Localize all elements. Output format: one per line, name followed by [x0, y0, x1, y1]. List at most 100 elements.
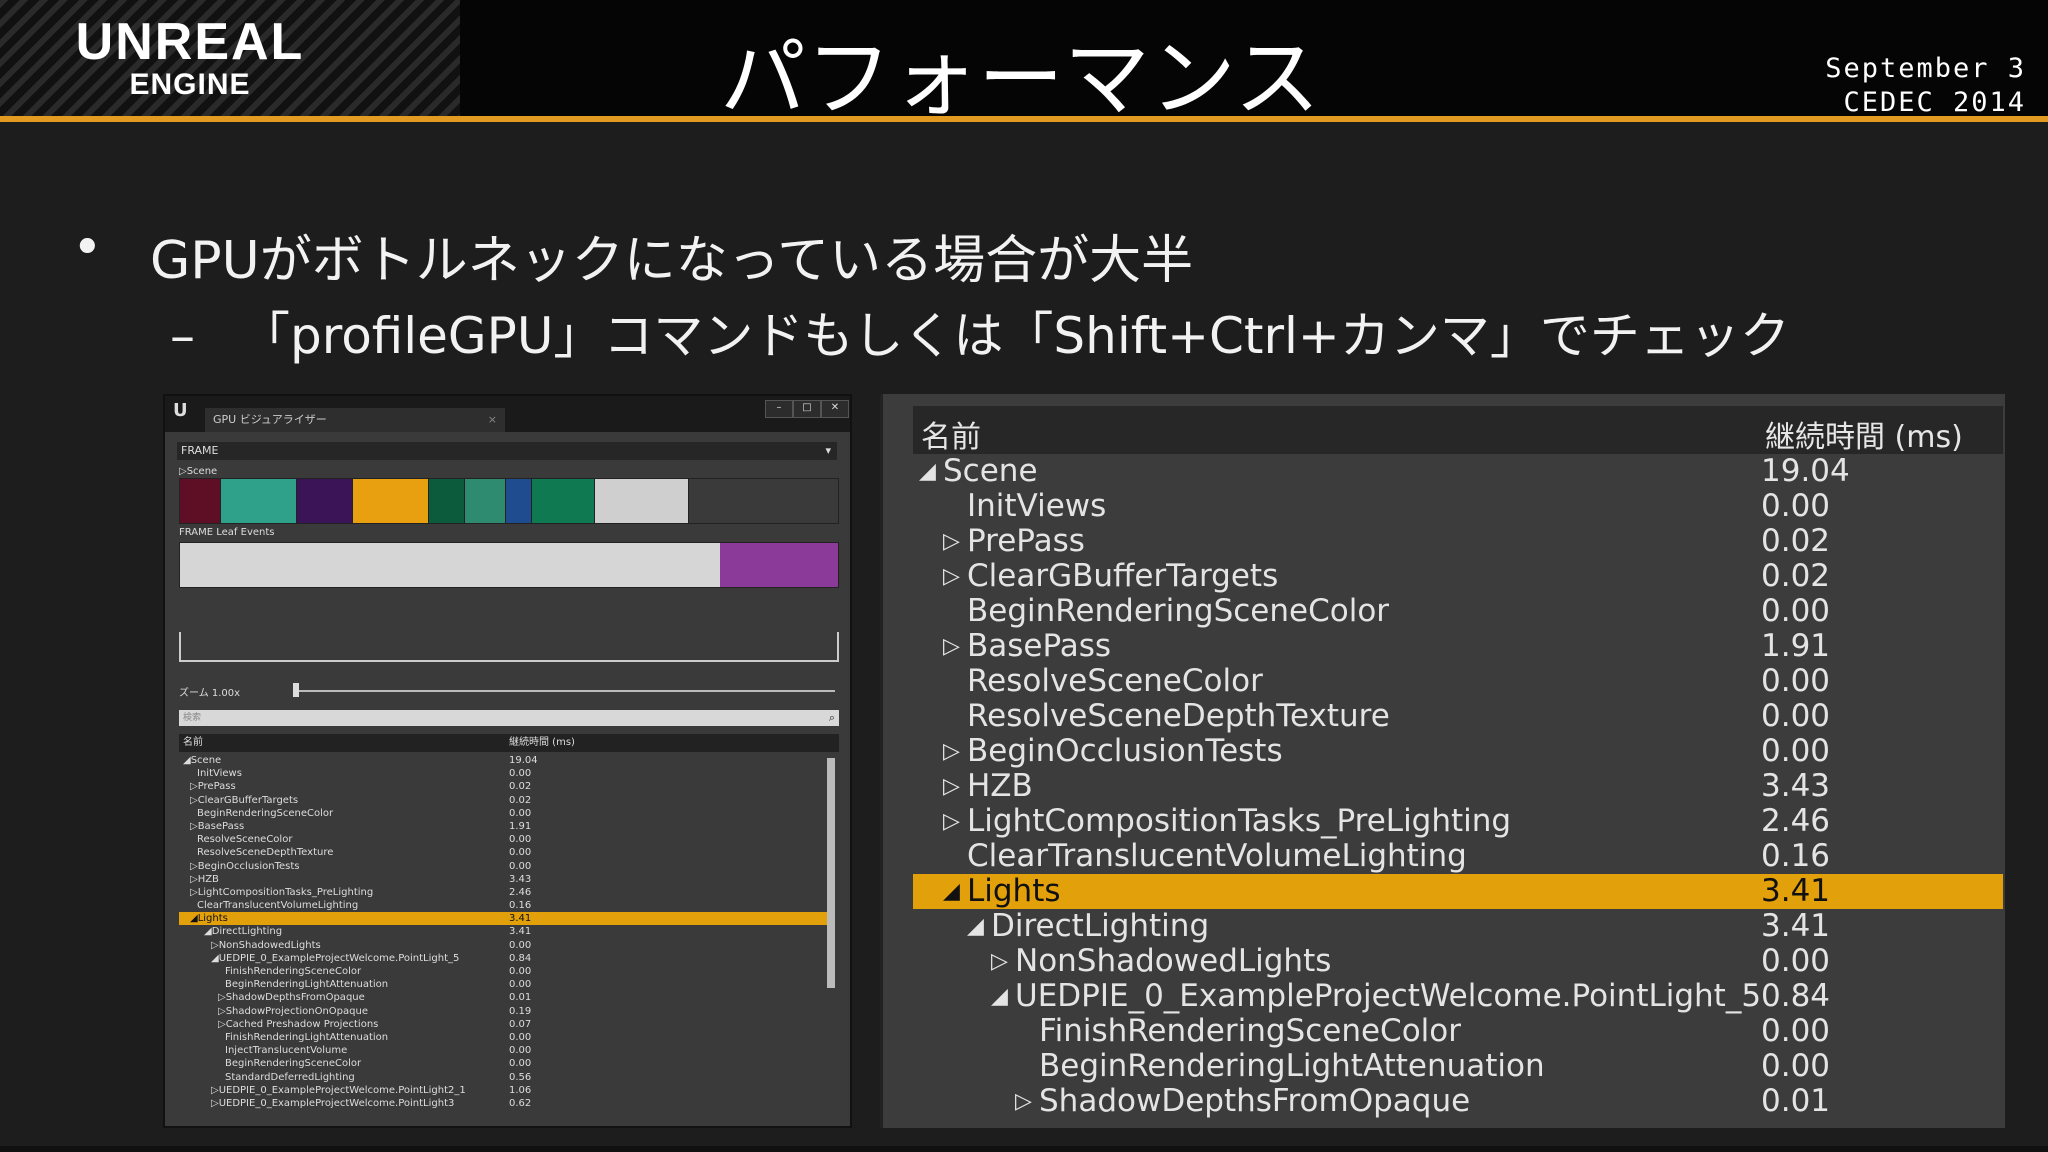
event-list-scrollbar[interactable] — [827, 758, 835, 988]
zoomed-event-row[interactable]: BeginRenderingSceneColor 0.00 — [913, 594, 2003, 629]
event-row[interactable]: ▷UEDPIE_0_ExampleProjectWelcome.PointLig… — [179, 1097, 827, 1110]
collapse-arrow-icon[interactable]: ◢ — [919, 454, 936, 489]
zoomed-event-row[interactable]: FinishRenderingSceneColor 0.00 — [913, 1014, 2003, 1049]
col-time-header[interactable]: 継続時間 (ms) — [509, 734, 575, 752]
search-icon[interactable]: ⌕ — [829, 710, 835, 726]
scene-event-segment[interactable] — [532, 479, 595, 523]
zoomed-event-row[interactable]: ▷ LightCompositionTasks_PreLighting 2.46 — [913, 804, 2003, 839]
expand-arrow-icon[interactable]: ▷ — [943, 804, 960, 839]
zoomed-event-time: 0.84 — [1761, 978, 1831, 1014]
scene-event-segment[interactable] — [297, 479, 353, 523]
event-row[interactable]: ResolveSceneDepthTexture 0.00 — [179, 846, 827, 859]
zoomed-event-row[interactable]: ResolveSceneColor 0.00 — [913, 664, 2003, 699]
zoomed-event-name: PrePass — [967, 523, 1085, 559]
zoomed-event-name: InitViews — [967, 488, 1107, 524]
collapse-arrow-icon[interactable]: ◢ — [991, 979, 1008, 1014]
event-time: 0.00 — [509, 939, 532, 951]
event-row[interactable]: ▷Cached Preshadow Projections 0.07 — [179, 1018, 827, 1031]
minimize-button[interactable]: – — [765, 400, 793, 418]
zoomed-event-row[interactable]: ◢ Lights 3.41 — [913, 874, 2003, 909]
scene-event-segment[interactable] — [595, 479, 689, 523]
event-row[interactable]: ▷HZB 3.43 — [179, 873, 827, 886]
event-row[interactable]: BeginRenderingLightAttenuation 0.00 — [179, 978, 827, 991]
zoomed-event-row[interactable]: ▷ ShadowDepthsFromOpaque 0.01 — [913, 1084, 2003, 1119]
tab-gpu-visualizer[interactable]: GPU ビジュアライザー × — [205, 408, 505, 432]
expand-arrow-icon[interactable]: ▷ — [943, 769, 960, 804]
event-row[interactable]: FinishRenderingSceneColor 0.00 — [179, 965, 827, 978]
expand-arrow-icon[interactable]: ▷ — [943, 629, 960, 664]
event-row[interactable]: InitViews 0.00 — [179, 767, 827, 780]
event-row[interactable]: ▷BeginOcclusionTests 0.00 — [179, 860, 827, 873]
event-row[interactable]: ◢Scene 19.04 — [179, 754, 827, 767]
leaf-event-segment[interactable] — [180, 543, 720, 587]
zoomed-event-row[interactable]: InitViews 0.00 — [913, 489, 2003, 524]
zoomed-event-name: ClearTranslucentVolumeLighting — [967, 838, 1467, 874]
event-row[interactable]: ▷BasePass 1.91 — [179, 820, 827, 833]
unreal-engine-logo: UNREAL ENGINE — [30, 14, 350, 100]
zoomed-event-name: ClearGBufferTargets — [967, 558, 1279, 594]
scene-event-segment[interactable] — [353, 479, 429, 523]
event-name: InjectTranslucentVolume — [225, 1045, 348, 1057]
event-name: ▷HZB — [190, 873, 219, 885]
close-button[interactable]: ✕ — [821, 400, 849, 418]
frame-dropdown[interactable]: FRAME ▾ — [177, 442, 837, 460]
scene-event-segment[interactable] — [465, 479, 506, 523]
zoomed-event-row[interactable]: ▷ BeginOcclusionTests 0.00 — [913, 734, 2003, 769]
event-time: 2.46 — [509, 886, 532, 898]
event-name: ▷ShadowDepthsFromOpaque — [218, 992, 365, 1004]
zoomed-event-row[interactable]: ◢ Scene 19.04 — [913, 454, 2003, 489]
scene-event-segment[interactable] — [429, 479, 465, 523]
maximize-button[interactable]: □ — [793, 400, 821, 418]
expand-arrow-icon[interactable]: ▷ — [943, 734, 960, 769]
expand-arrow-icon[interactable]: ▷ — [991, 944, 1008, 979]
expand-arrow-icon[interactable]: ▷ — [1015, 1084, 1032, 1119]
tab-close-icon[interactable]: × — [488, 408, 497, 432]
zoomed-event-row[interactable]: ▷ NonShadowedLights 0.00 — [913, 944, 2003, 979]
event-time: 1.91 — [509, 820, 532, 832]
event-row[interactable]: ResolveSceneColor 0.00 — [179, 833, 827, 846]
event-row[interactable]: InjectTranslucentVolume 0.00 — [179, 1044, 827, 1057]
zoom-label: ズーム 1.00x — [179, 688, 241, 699]
zoomed-event-row[interactable]: ResolveSceneDepthTexture 0.00 — [913, 699, 2003, 734]
event-row[interactable]: ▷PrePass 0.02 — [179, 780, 827, 793]
zoomed-event-row[interactable]: ▷ PrePass 0.02 — [913, 524, 2003, 559]
event-row[interactable]: ▷ShadowProjectionOnOpaque 0.19 — [179, 1005, 827, 1018]
zoomed-event-row[interactable]: BeginRenderingLightAttenuation 0.00 — [913, 1049, 2003, 1084]
event-name: ▷BasePass — [190, 820, 245, 832]
scene-event-segment[interactable] — [506, 479, 532, 523]
event-row[interactable]: ◢Lights 3.41 — [179, 912, 827, 926]
zoomed-event-row[interactable]: ◢ DirectLighting 3.41 — [913, 909, 2003, 944]
scene-event-segment[interactable] — [180, 479, 221, 523]
event-time: 0.62 — [509, 1097, 532, 1109]
zoom-slider-handle[interactable] — [293, 683, 299, 697]
event-row[interactable]: ClearTranslucentVolumeLighting 0.16 — [179, 899, 827, 912]
event-row[interactable]: FinishRenderingLightAttenuation 0.00 — [179, 1031, 827, 1044]
leaf-event-bar[interactable] — [179, 542, 839, 588]
scene-event-bar[interactable] — [179, 478, 839, 524]
zoomed-event-row[interactable]: ClearTranslucentVolumeLighting 0.16 — [913, 839, 2003, 874]
zoom-slider-track[interactable] — [295, 690, 835, 692]
event-row[interactable]: ▷UEDPIE_0_ExampleProjectWelcome.PointLig… — [179, 1084, 827, 1097]
collapse-arrow-icon[interactable]: ◢ — [967, 909, 984, 944]
event-row[interactable]: ◢DirectLighting 3.41 — [179, 925, 827, 938]
scene-event-segment[interactable] — [221, 479, 297, 523]
event-name: ◢Scene — [183, 755, 222, 766]
search-input[interactable]: 検索 ⌕ — [179, 710, 839, 726]
zoomed-event-row[interactable]: ▷ HZB 3.43 — [913, 769, 2003, 804]
event-row[interactable]: BeginRenderingSceneColor 0.00 — [179, 1057, 827, 1070]
event-row[interactable]: ▷NonShadowedLights 0.00 — [179, 939, 827, 952]
expand-arrow-icon[interactable]: ▷ — [943, 559, 960, 594]
event-row[interactable]: BeginRenderingSceneColor 0.00 — [179, 807, 827, 820]
event-row[interactable]: StandardDeferredLighting 0.56 — [179, 1071, 827, 1084]
event-row[interactable]: ▷ShadowDepthsFromOpaque 0.01 — [179, 991, 827, 1004]
col-name-header[interactable]: 名前 — [183, 734, 203, 752]
zoomed-event-row[interactable]: ▷ ClearGBufferTargets 0.02 — [913, 559, 2003, 594]
zoomed-event-row[interactable]: ▷ BasePass 1.91 — [913, 629, 2003, 664]
zoomed-event-row[interactable]: ◢ UEDPIE_0_ExampleProjectWelcome.PointLig… — [913, 979, 2003, 1014]
collapse-arrow-icon[interactable]: ◢ — [943, 874, 960, 909]
event-row[interactable]: ◢UEDPIE_0_ExampleProjectWelcome.PointLig… — [179, 952, 827, 965]
leaf-event-segment[interactable] — [720, 543, 838, 587]
event-row[interactable]: ▷ClearGBufferTargets 0.02 — [179, 794, 827, 807]
expand-arrow-icon[interactable]: ▷ — [943, 524, 960, 559]
event-row[interactable]: ▷LightCompositionTasks_PreLighting 2.46 — [179, 886, 827, 899]
